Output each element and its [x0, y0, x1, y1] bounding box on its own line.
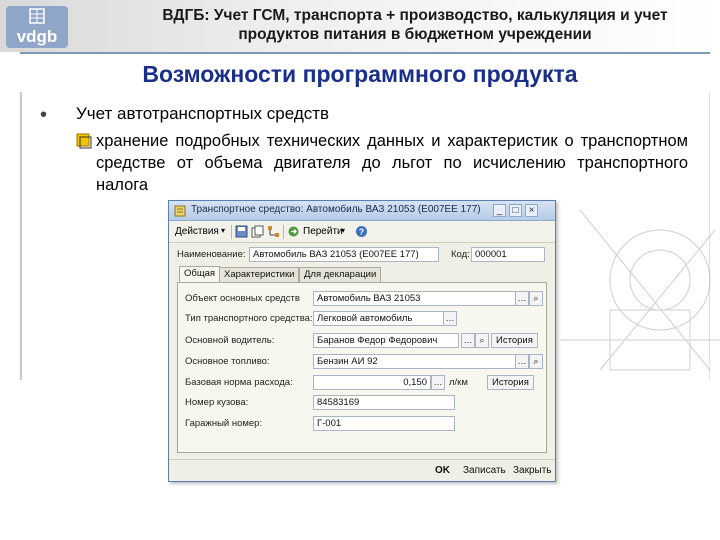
consumption-field[interactable]: 0,150	[313, 375, 431, 390]
fuel-field[interactable]: Бензин АИ 92	[313, 354, 519, 369]
consumption-calc-button[interactable]: …	[431, 375, 445, 390]
save-button[interactable]: Записать	[463, 465, 506, 476]
driver-field[interactable]: Баранов Федор Федорович	[313, 333, 459, 348]
goto-dropdown-icon[interactable]: ▾	[341, 226, 345, 235]
bullet-icon: •	[40, 104, 48, 126]
garage-number-label: Гаражный номер:	[185, 418, 263, 429]
vdgb-logo: vdgb	[6, 6, 68, 48]
asset-field[interactable]: Автомобиль ВАЗ 21053	[313, 291, 519, 306]
header-divider	[20, 52, 710, 54]
consumption-history-button[interactable]: История	[487, 375, 534, 390]
window-toolbar: Действия ▾ Перейти ▾ ?	[169, 221, 555, 243]
bullet-level2-text: хранение подробных технических данных и …	[96, 132, 688, 194]
slide-header-title: ВДГБ: Учет ГСМ, транспорта + производств…	[162, 7, 668, 43]
actions-dropdown-icon[interactable]: ▾	[221, 226, 225, 235]
checkbox-bullet-icon	[76, 133, 92, 149]
body-number-field[interactable]: 84583169	[313, 395, 455, 410]
structure-icon[interactable]	[267, 225, 280, 238]
fuel-search-icon[interactable]: ⌕	[529, 354, 543, 369]
vehicle-form-window: Транспортное средство: Автомобиль ВАЗ 21…	[168, 200, 556, 482]
close-button[interactable]: ×	[525, 204, 538, 217]
goto-menu[interactable]: Перейти	[303, 226, 343, 237]
slide-title: Возможности программного продукта	[142, 61, 578, 87]
vehicle-type-select-button[interactable]: …	[443, 311, 457, 326]
name-label: Наименование:	[177, 249, 246, 260]
svg-text:?: ?	[359, 227, 365, 237]
driver-select-button[interactable]: …	[461, 333, 475, 348]
asset-search-icon[interactable]: ⌕	[529, 291, 543, 306]
goto-icon[interactable]	[287, 225, 300, 238]
asset-label: Объект основных средств	[185, 293, 300, 304]
code-label: Код:	[451, 249, 470, 260]
driver-history-button[interactable]: История	[491, 333, 538, 348]
consumption-label: Базовая норма расхода:	[185, 377, 293, 388]
tab-declaration[interactable]: Для декларации	[299, 267, 382, 282]
driver-search-icon[interactable]: ⌕	[475, 333, 489, 348]
toolbar-separator	[231, 225, 232, 239]
save-icon[interactable]	[235, 225, 248, 238]
vehicle-type-field[interactable]: Легковой автомобиль	[313, 311, 445, 326]
help-icon[interactable]: ?	[355, 225, 368, 238]
consumption-unit: л/км	[449, 377, 468, 388]
ok-button[interactable]: OK	[435, 465, 450, 476]
maximize-button[interactable]: □	[509, 204, 522, 217]
close-form-button[interactable]: Закрыть	[513, 465, 552, 476]
tab-general[interactable]: Общая	[179, 266, 221, 283]
actions-menu[interactable]: Действия	[175, 226, 219, 237]
asset-select-button[interactable]: …	[515, 291, 529, 306]
logo-text: vdgb	[17, 27, 58, 46]
fuel-label: Основное топливо:	[185, 356, 270, 367]
window-titlebar[interactable]: Транспортное средство: Автомобиль ВАЗ 21…	[169, 201, 555, 221]
copy-icon[interactable]	[251, 225, 264, 238]
window-title: Транспортное средство: Автомобиль ВАЗ 21…	[191, 204, 481, 215]
garage-number-field[interactable]: Г-001	[313, 416, 455, 431]
window-app-icon	[174, 205, 186, 217]
tab-characteristics[interactable]: Характеристики	[219, 267, 300, 282]
bullet-level1-text: Учет автотранспортных средств	[76, 104, 330, 123]
footer-divider	[169, 459, 555, 460]
driver-label: Основной водитель:	[185, 335, 275, 346]
drafting-sketch-decoration	[560, 209, 720, 371]
body-number-label: Номер кузова:	[185, 397, 249, 408]
fuel-select-button[interactable]: …	[515, 354, 529, 369]
toolbar-separator	[283, 225, 284, 239]
code-field[interactable]: 000001	[471, 247, 545, 262]
minimize-button[interactable]: _	[493, 204, 506, 217]
name-field[interactable]: Автомобиль ВАЗ 21053 (Е007ЕЕ 177)	[249, 247, 439, 262]
vehicle-type-label: Тип транспортного средства:	[185, 313, 313, 324]
